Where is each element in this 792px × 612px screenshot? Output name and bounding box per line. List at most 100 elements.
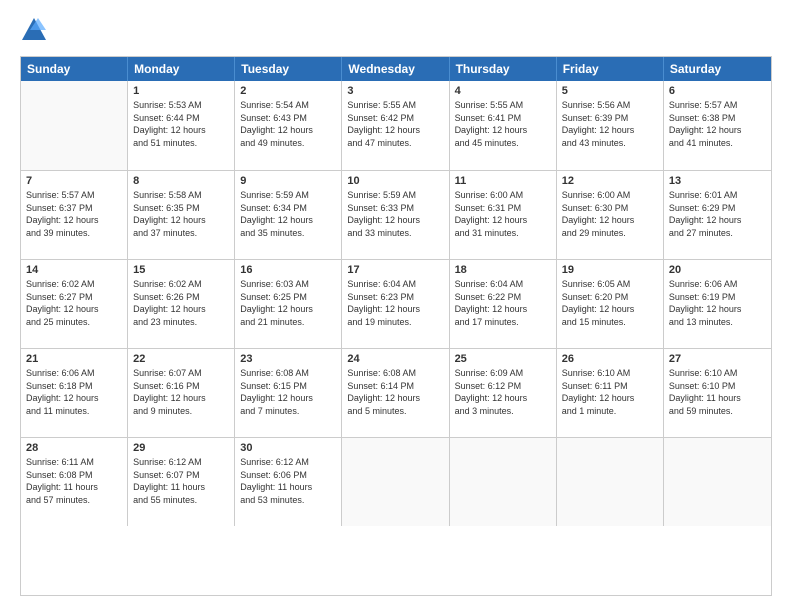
calendar-cell: 1 Sunrise: 5:53 AMSunset: 6:44 PMDaylight… <box>128 81 235 170</box>
cell-info: Sunrise: 6:07 AMSunset: 6:16 PMDaylight:… <box>133 367 229 417</box>
calendar-cell: 5 Sunrise: 5:56 AMSunset: 6:39 PMDaylight… <box>557 81 664 170</box>
cell-info: Sunrise: 6:01 AMSunset: 6:29 PMDaylight:… <box>669 189 766 239</box>
day-number: 14 <box>26 264 122 276</box>
cell-info: Sunrise: 5:59 AMSunset: 6:34 PMDaylight:… <box>240 189 336 239</box>
header-day: Wednesday <box>342 57 449 81</box>
cell-info: Sunrise: 5:55 AMSunset: 6:42 PMDaylight:… <box>347 99 443 149</box>
cell-info: Sunrise: 6:00 AMSunset: 6:31 PMDaylight:… <box>455 189 551 239</box>
day-number: 13 <box>669 175 766 187</box>
cell-info: Sunrise: 6:10 AMSunset: 6:11 PMDaylight:… <box>562 367 658 417</box>
calendar-cell: 13 Sunrise: 6:01 AMSunset: 6:29 PMDayligh… <box>664 171 771 259</box>
calendar-cell: 7Sunrise: 5:57 AMSunset: 6:37 PMDaylight… <box>21 171 128 259</box>
cell-info: Sunrise: 6:11 AMSunset: 6:08 PMDaylight:… <box>26 456 122 506</box>
cell-info: Sunrise: 6:06 AMSunset: 6:18 PMDaylight:… <box>26 367 122 417</box>
cell-info: Sunrise: 6:10 AMSunset: 6:10 PMDaylight:… <box>669 367 766 417</box>
cell-info: Sunrise: 5:57 AMSunset: 6:38 PMDaylight:… <box>669 99 766 149</box>
cell-info: Sunrise: 6:04 AMSunset: 6:23 PMDaylight:… <box>347 278 443 328</box>
header-day: Friday <box>557 57 664 81</box>
day-number: 5 <box>562 85 658 97</box>
day-number: 9 <box>240 175 336 187</box>
calendar-cell: 14 Sunrise: 6:02 AMSunset: 6:27 PMDayligh… <box>21 260 128 348</box>
day-number: 20 <box>669 264 766 276</box>
cell-info: Sunrise: 6:03 AMSunset: 6:25 PMDaylight:… <box>240 278 336 328</box>
day-number: 29 <box>133 442 229 454</box>
cell-info: Sunrise: 6:00 AMSunset: 6:30 PMDaylight:… <box>562 189 658 239</box>
calendar-cell: 29 Sunrise: 6:12 AMSunset: 6:07 PMDayligh… <box>128 438 235 526</box>
day-number: 1 <box>133 85 229 97</box>
calendar: SundayMondayTuesdayWednesdayThursdayFrid… <box>20 56 772 596</box>
header-day: Thursday <box>450 57 557 81</box>
calendar-cell: 6 Sunrise: 5:57 AMSunset: 6:38 PMDaylight… <box>664 81 771 170</box>
cell-info: Sunrise: 6:12 AMSunset: 6:07 PMDaylight:… <box>133 456 229 506</box>
logo-icon <box>20 16 48 44</box>
day-number: 3 <box>347 85 443 97</box>
day-number: 22 <box>133 353 229 365</box>
day-number: 27 <box>669 353 766 365</box>
day-number: 10 <box>347 175 443 187</box>
day-number: 25 <box>455 353 551 365</box>
day-number: 21 <box>26 353 122 365</box>
day-number: 8 <box>133 175 229 187</box>
calendar-week: 7Sunrise: 5:57 AMSunset: 6:37 PMDaylight… <box>21 170 771 259</box>
day-number: 24 <box>347 353 443 365</box>
calendar-cell: 28 Sunrise: 6:11 AMSunset: 6:08 PMDayligh… <box>21 438 128 526</box>
cell-info: Sunrise: 6:04 AMSunset: 6:22 PMDaylight:… <box>455 278 551 328</box>
day-number: 16 <box>240 264 336 276</box>
cell-info: Sunrise: 6:02 AMSunset: 6:26 PMDaylight:… <box>133 278 229 328</box>
day-number: 11 <box>455 175 551 187</box>
calendar-cell: 26Sunrise: 6:10 AMSunset: 6:11 PMDayligh… <box>557 349 664 437</box>
header-day: Saturday <box>664 57 771 81</box>
cell-info: Sunrise: 5:59 AMSunset: 6:33 PMDaylight:… <box>347 189 443 239</box>
calendar-week: 1 Sunrise: 5:53 AMSunset: 6:44 PMDaylight… <box>21 81 771 170</box>
page: SundayMondayTuesdayWednesdayThursdayFrid… <box>0 0 792 612</box>
calendar-cell: 8 Sunrise: 5:58 AMSunset: 6:35 PMDaylight… <box>128 171 235 259</box>
day-number: 19 <box>562 264 658 276</box>
cell-info: Sunrise: 5:57 AMSunset: 6:37 PMDaylight:… <box>26 189 122 239</box>
cell-info: Sunrise: 6:05 AMSunset: 6:20 PMDaylight:… <box>562 278 658 328</box>
calendar-cell <box>450 438 557 526</box>
calendar-cell: 19 Sunrise: 6:05 AMSunset: 6:20 PMDayligh… <box>557 260 664 348</box>
calendar-cell: 21 Sunrise: 6:06 AMSunset: 6:18 PMDayligh… <box>21 349 128 437</box>
cell-info: Sunrise: 6:08 AMSunset: 6:15 PMDaylight:… <box>240 367 336 417</box>
cell-info: Sunrise: 6:12 AMSunset: 6:06 PMDaylight:… <box>240 456 336 506</box>
calendar-cell: 2 Sunrise: 5:54 AMSunset: 6:43 PMDaylight… <box>235 81 342 170</box>
cell-info: Sunrise: 5:55 AMSunset: 6:41 PMDaylight:… <box>455 99 551 149</box>
calendar-cell: 25 Sunrise: 6:09 AMSunset: 6:12 PMDayligh… <box>450 349 557 437</box>
logo <box>20 16 52 44</box>
calendar-cell: 4 Sunrise: 5:55 AMSunset: 6:41 PMDaylight… <box>450 81 557 170</box>
header-day: Tuesday <box>235 57 342 81</box>
header-day: Sunday <box>21 57 128 81</box>
calendar-cell: 3 Sunrise: 5:55 AMSunset: 6:42 PMDaylight… <box>342 81 449 170</box>
header-day: Monday <box>128 57 235 81</box>
day-number: 23 <box>240 353 336 365</box>
day-number: 4 <box>455 85 551 97</box>
calendar-cell: 22 Sunrise: 6:07 AMSunset: 6:16 PMDayligh… <box>128 349 235 437</box>
day-number: 28 <box>26 442 122 454</box>
calendar-cell <box>664 438 771 526</box>
cell-info: Sunrise: 6:09 AMSunset: 6:12 PMDaylight:… <box>455 367 551 417</box>
calendar-cell: 30 Sunrise: 6:12 AMSunset: 6:06 PMDayligh… <box>235 438 342 526</box>
cell-info: Sunrise: 6:08 AMSunset: 6:14 PMDaylight:… <box>347 367 443 417</box>
calendar-cell: 17 Sunrise: 6:04 AMSunset: 6:23 PMDayligh… <box>342 260 449 348</box>
day-number: 17 <box>347 264 443 276</box>
day-number: 12 <box>562 175 658 187</box>
day-number: 2 <box>240 85 336 97</box>
calendar-cell: 10 Sunrise: 5:59 AMSunset: 6:33 PMDayligh… <box>342 171 449 259</box>
header <box>20 16 772 44</box>
calendar-cell: 20Sunrise: 6:06 AMSunset: 6:19 PMDayligh… <box>664 260 771 348</box>
calendar-week: 14 Sunrise: 6:02 AMSunset: 6:27 PMDayligh… <box>21 259 771 348</box>
calendar-week: 28 Sunrise: 6:11 AMSunset: 6:08 PMDayligh… <box>21 437 771 526</box>
cell-info: Sunrise: 5:53 AMSunset: 6:44 PMDaylight:… <box>133 99 229 149</box>
cell-info: Sunrise: 5:56 AMSunset: 6:39 PMDaylight:… <box>562 99 658 149</box>
calendar-cell: 18Sunrise: 6:04 AMSunset: 6:22 PMDayligh… <box>450 260 557 348</box>
cell-info: Sunrise: 5:54 AMSunset: 6:43 PMDaylight:… <box>240 99 336 149</box>
calendar-cell: 24 Sunrise: 6:08 AMSunset: 6:14 PMDayligh… <box>342 349 449 437</box>
calendar-cell <box>21 81 128 170</box>
day-number: 6 <box>669 85 766 97</box>
calendar-cell: 16 Sunrise: 6:03 AMSunset: 6:25 PMDayligh… <box>235 260 342 348</box>
calendar-cell: 12 Sunrise: 6:00 AMSunset: 6:30 PMDayligh… <box>557 171 664 259</box>
cell-info: Sunrise: 5:58 AMSunset: 6:35 PMDaylight:… <box>133 189 229 239</box>
calendar-week: 21 Sunrise: 6:06 AMSunset: 6:18 PMDayligh… <box>21 348 771 437</box>
day-number: 30 <box>240 442 336 454</box>
cell-info: Sunrise: 6:02 AMSunset: 6:27 PMDaylight:… <box>26 278 122 328</box>
